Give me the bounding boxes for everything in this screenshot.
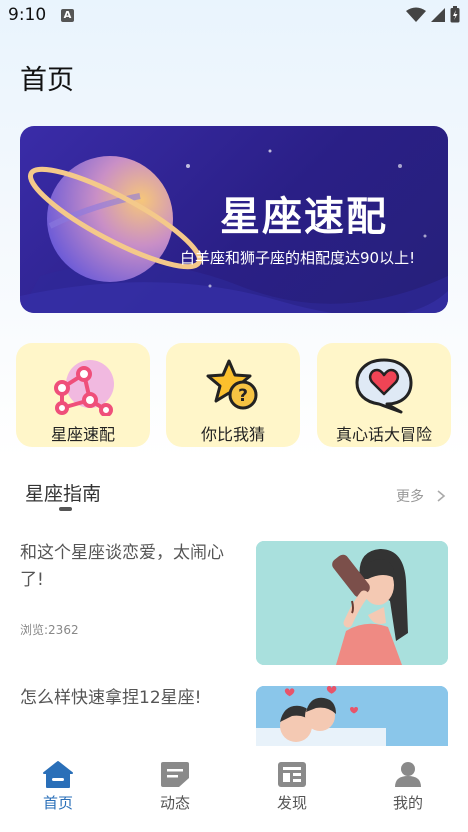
profile-icon xyxy=(395,762,421,787)
nav-label: 动态 xyxy=(159,794,190,812)
banner[interactable]: 星座速配 白羊座和狮子座的相配度达90以上! xyxy=(20,126,448,313)
battery-icon xyxy=(450,6,460,23)
nav-home[interactable]: 首页 xyxy=(18,760,98,813)
nav-profile[interactable]: 我的 xyxy=(368,760,448,813)
status-time: 9:10 xyxy=(8,5,47,25)
star-question-icon: ? xyxy=(206,359,258,410)
home-icon xyxy=(43,761,73,788)
section-indicator xyxy=(59,507,72,511)
nav-discover[interactable]: 发现 xyxy=(252,760,332,813)
svg-text:?: ? xyxy=(238,386,248,406)
wifi-icon xyxy=(406,7,426,22)
more-label: 更多 xyxy=(396,489,424,505)
constellation-icon xyxy=(54,360,114,416)
heart-bubble-icon xyxy=(355,358,413,414)
nav-label: 发现 xyxy=(276,794,307,812)
feature-card-truth-or-dare[interactable]: 真心话大冒险 xyxy=(317,343,451,447)
signal-icon xyxy=(431,7,445,22)
feed-icon xyxy=(161,762,189,787)
feature-label: 星座速配 xyxy=(50,425,115,444)
feature-label: 真心话大冒险 xyxy=(335,425,432,444)
chevron-right-icon xyxy=(437,490,446,502)
notification-icon: A xyxy=(61,9,74,22)
article-title: 怎么样快速拿捏12星座! xyxy=(20,688,202,708)
feature-card-guess-game[interactable]: ? 你比我猜 xyxy=(166,343,300,447)
discover-icon xyxy=(278,762,306,787)
section-title: 星座指南 xyxy=(25,483,102,505)
bottom-navigation: 首页 动态 发现 我的 xyxy=(0,746,468,832)
article-image xyxy=(256,686,448,746)
woman-drinking-illustration xyxy=(256,541,448,665)
banner-title: 星座速配 xyxy=(220,194,388,240)
nav-label: 我的 xyxy=(392,794,423,812)
more-link[interactable]: 更多 xyxy=(396,486,446,506)
page-title: 首页 xyxy=(20,65,74,96)
status-bar: 9:10 A xyxy=(0,0,468,34)
article-image xyxy=(256,541,448,665)
nav-label: 首页 xyxy=(42,794,73,812)
feature-cards: 星座速配 ? 你比我猜 真心话大冒险 xyxy=(16,343,452,447)
feature-card-constellation-match[interactable]: 星座速配 xyxy=(16,343,150,447)
system-icons xyxy=(406,6,460,23)
banner-subtitle: 白羊座和狮子座的相配度达90以上! xyxy=(180,249,416,267)
couple-illustration xyxy=(256,686,448,746)
article-views: 浏览:2362 xyxy=(20,623,79,637)
nav-feed[interactable]: 动态 xyxy=(135,760,215,813)
article-title: 和这个星座谈恋爱，太闹心了! xyxy=(20,543,224,590)
feature-label: 你比我猜 xyxy=(200,425,265,444)
